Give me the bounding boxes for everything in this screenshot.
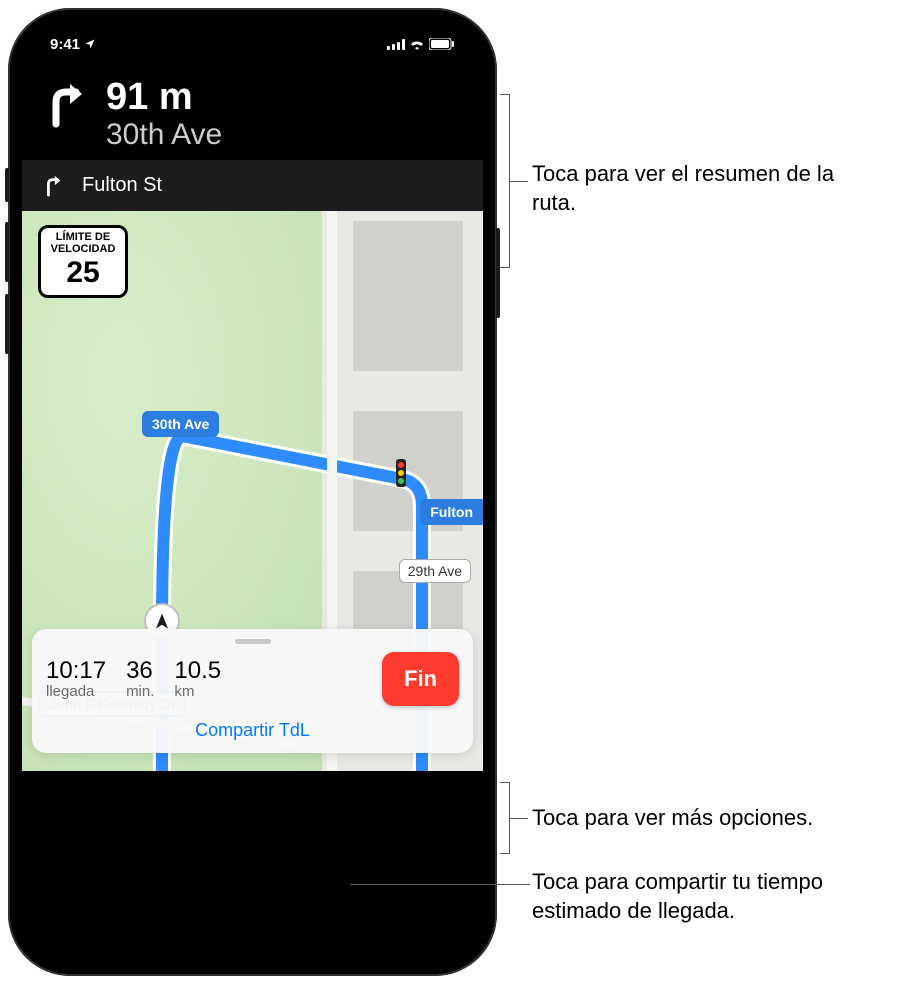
status-time: 9:41 (50, 36, 80, 53)
map[interactable]: LÍMITE DE VELOCIDAD 25 30th Ave Fulton 2… (22, 211, 483, 771)
home-indicator[interactable] (183, 951, 323, 956)
cellular-signal-icon (387, 39, 405, 50)
phone-frame: 9:41 91 m 30th Ave (8, 8, 497, 976)
distance-label: km (174, 684, 221, 701)
volume-down-button (5, 294, 9, 354)
duration-label: min. (126, 684, 154, 701)
distance-stat: 10.5 km (174, 658, 221, 701)
callout-route-summary: Toca para ver el resumen de la ruta. (532, 160, 872, 217)
turn-right-small-icon (42, 175, 64, 197)
route-info-card[interactable]: 10:17 llegada 36 min. 10.5 km Fin Compar… (32, 629, 473, 753)
speed-limit-sign: LÍMITE DE VELOCIDAD 25 (38, 225, 128, 298)
navigation-banner[interactable]: 91 m 30th Ave (22, 66, 483, 160)
callout-share-eta: Toca para compartir tu tiempo estimado d… (532, 868, 892, 925)
route-label-30th-ave: 30th Ave (142, 411, 219, 437)
callout-connector (350, 884, 530, 885)
speed-limit-value: 25 (43, 257, 123, 289)
notch (148, 22, 358, 50)
duration-stat: 36 min. (126, 658, 154, 701)
arrival-label: llegada (46, 684, 106, 701)
callout-more-options: Toca para ver más opciones. (532, 804, 892, 833)
battery-icon (429, 38, 455, 50)
share-eta-button[interactable]: Compartir TdL (46, 720, 459, 741)
callout-connector (510, 818, 528, 819)
arrival-stat: 10:17 llegada (46, 658, 106, 701)
street-label-29th-ave: 29th Ave (399, 559, 471, 583)
location-icon (84, 38, 96, 50)
callout-bracket (500, 782, 510, 854)
distance-value: 10.5 (174, 658, 221, 684)
traffic-light-icon (394, 459, 408, 489)
mute-switch (5, 168, 9, 202)
volume-up-button (5, 222, 9, 282)
turn-right-icon (42, 82, 90, 130)
speed-limit-label-1: LÍMITE DE (43, 232, 123, 244)
drag-handle[interactable] (235, 639, 271, 644)
nav-next-street: Fulton St (82, 174, 162, 197)
route-label-fulton: Fulton (420, 499, 483, 525)
callout-bracket (500, 94, 510, 268)
callout-connector (510, 181, 528, 182)
screen: 9:41 91 m 30th Ave (22, 22, 483, 962)
nav-distance: 91 m (106, 78, 222, 116)
speed-limit-label-2: VELOCIDAD (43, 244, 123, 256)
duration-value: 36 (126, 658, 154, 684)
end-navigation-button[interactable]: Fin (382, 652, 459, 706)
nav-street: 30th Ave (106, 118, 222, 152)
arrival-time: 10:17 (46, 658, 106, 684)
wifi-icon (409, 38, 425, 50)
navigation-next-step[interactable]: Fulton St (22, 160, 483, 211)
